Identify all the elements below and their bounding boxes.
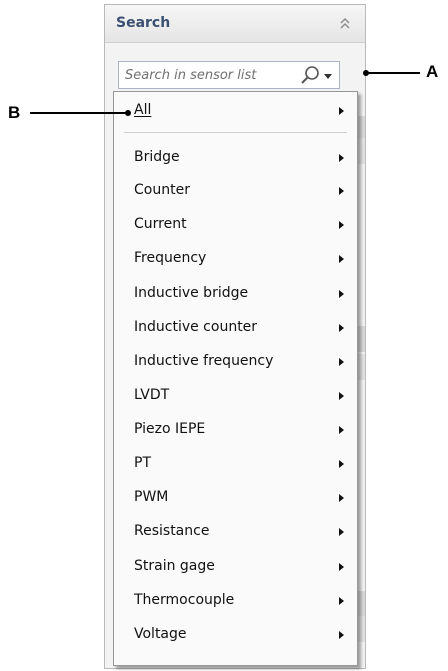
triangle-right-icon (339, 221, 344, 229)
menu-item-thermocouple[interactable]: Thermocouple (114, 586, 357, 616)
callout-b-dot (125, 110, 131, 116)
triangle-right-icon (339, 528, 344, 536)
menu-item-pt[interactable]: PT (114, 449, 357, 479)
menu-item-all[interactable]: All (114, 96, 357, 126)
triangle-right-icon (339, 392, 344, 400)
menu-item-label: Thermocouple (134, 592, 235, 608)
menu-item-piezo-iepe[interactable]: Piezo IEPE (114, 415, 357, 445)
triangle-right-icon (339, 324, 344, 332)
triangle-right-icon (339, 107, 344, 115)
search-input[interactable] (123, 65, 293, 85)
double-chevron-up-icon[interactable] (338, 14, 352, 32)
triangle-right-icon (339, 290, 344, 298)
search-dropdown-button[interactable] (297, 64, 337, 86)
menu-item-label: Counter (134, 182, 190, 198)
menu-item-label: Current (134, 216, 187, 232)
menu-item-label: Resistance (134, 523, 210, 539)
triangle-right-icon (339, 460, 344, 468)
menu-separator (124, 132, 347, 133)
triangle-right-icon (339, 494, 344, 502)
triangle-right-icon (339, 631, 344, 639)
menu-item-strain-gage[interactable]: Strain gage (114, 552, 357, 582)
triangle-right-icon (339, 563, 344, 571)
menu-item-inductive-frequency[interactable]: Inductive frequency (114, 347, 357, 377)
menu-item-label: Frequency (134, 250, 207, 266)
menu-item-label: LVDT (134, 387, 170, 403)
menu-item-label: Bridge (134, 149, 180, 165)
menu-item-label: Strain gage (134, 558, 215, 574)
search-icon (301, 66, 319, 84)
menu-item-voltage[interactable]: Voltage (114, 620, 357, 650)
triangle-right-icon (339, 187, 344, 195)
menu-item-frequency[interactable]: Frequency (114, 244, 357, 274)
triangle-right-icon (339, 358, 344, 366)
triangle-right-icon (339, 426, 344, 434)
menu-item-label: Piezo IEPE (134, 421, 206, 437)
search-box (118, 61, 340, 89)
menu-item-label: Inductive bridge (134, 285, 249, 301)
triangle-right-icon (339, 255, 344, 263)
menu-item-counter[interactable]: Counter (114, 176, 357, 206)
menu-item-resistance[interactable]: Resistance (114, 517, 357, 547)
menu-item-label: Inductive frequency (134, 353, 274, 369)
sensor-type-menu: All Bridge Counter Current Frequency Ind… (113, 91, 358, 666)
menu-item-pwm[interactable]: PWM (114, 483, 357, 513)
menu-item-label: PWM (134, 489, 169, 505)
menu-item-bridge[interactable]: Bridge (114, 143, 357, 173)
menu-item-inductive-bridge[interactable]: Inductive bridge (114, 279, 357, 309)
menu-item-current[interactable]: Current (114, 210, 357, 240)
triangle-right-icon (339, 597, 344, 605)
menu-item-lvdt[interactable]: LVDT (114, 381, 357, 411)
triangle-down-icon (324, 74, 332, 79)
menu-item-label: All (134, 102, 152, 118)
callout-b-label: B (8, 103, 21, 122)
callout-a-label: A (426, 62, 439, 81)
callout-b-line (30, 112, 128, 114)
menu-item-inductive-counter[interactable]: Inductive counter (114, 313, 357, 343)
search-panel-title: Search (116, 15, 171, 31)
triangle-right-icon (339, 154, 344, 162)
callout-a-line (366, 72, 420, 74)
search-panel-header: Search (105, 5, 365, 43)
menu-item-label: Inductive counter (134, 319, 258, 335)
menu-item-label: Voltage (134, 626, 187, 642)
screenshot-stage: Search A (0, 0, 448, 671)
menu-item-label: PT (134, 455, 151, 471)
